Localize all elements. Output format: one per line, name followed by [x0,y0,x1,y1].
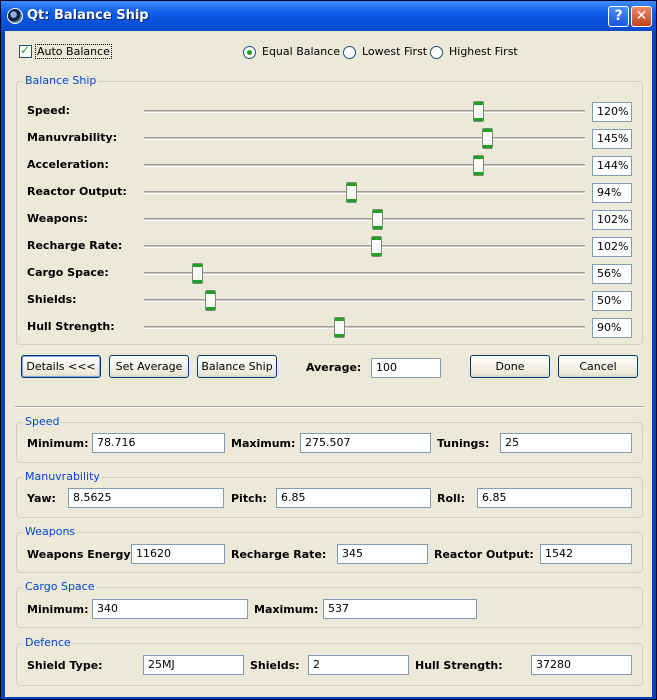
acceleration-slider-track[interactable] [144,164,585,167]
speed-slider-track[interactable] [144,110,585,113]
manuvrability-slider-handle[interactable] [482,128,493,149]
window-title: Qt: Balance Ship [27,8,149,23]
cargo-space-group-title: Cargo Space [23,580,97,593]
highest-first-label[interactable]: Highest First [449,45,518,58]
manuvrability-slider-track[interactable] [144,137,585,140]
average-label: Average: [306,361,362,374]
shields-field[interactable]: 2 [308,655,409,675]
lowest-first-label[interactable]: Lowest First [362,45,427,58]
recharge-rate-label: Recharge Rate: [27,239,123,252]
details-button[interactable]: Details <<< [21,355,101,378]
speed-value-field[interactable]: 120% [592,102,632,122]
close-button[interactable]: ✕ [631,6,652,27]
set-average-button[interactable]: Set Average [109,355,189,378]
roll-field[interactable]: 6.85 [477,488,632,508]
weapons-recharge-rate-label: Recharge Rate: [231,548,327,561]
weapons-energy-label: Weapons Energy: [27,548,135,561]
cargo-space-slider-track[interactable] [144,272,585,275]
equal-balance-label[interactable]: Equal Balance [262,45,340,58]
weapons-recharge-rate-field[interactable]: 345 [337,544,428,564]
cancel-button[interactable]: Cancel [558,355,638,378]
question-mark-icon: ? [614,8,623,24]
auto-balance-label[interactable]: Auto Balance [35,44,112,59]
manuvrability-value-field[interactable]: 145% [592,129,632,149]
hull-strength-slider-track[interactable] [144,326,585,329]
cargo-space-value-field[interactable]: 56% [592,264,632,284]
weapons-slider-handle[interactable] [372,209,383,230]
cargo-minimum-label: Minimum: [27,603,89,616]
manuvrability-group-title: Manuvrability [23,470,102,483]
yaw-field[interactable]: 8.5625 [68,488,224,508]
recharge-rate-value-field[interactable]: 102% [592,237,632,257]
weapons-value-field[interactable]: 102% [592,210,632,230]
weapons-group-title: Weapons [23,525,78,538]
defence-group-title: Defence [23,636,73,649]
reactor-output-label: Reactor Output: [27,185,127,198]
title-bar[interactable]: Qt: Balance Ship ? ✕ [1,1,656,31]
weapons-slider-track[interactable] [144,218,585,221]
help-button[interactable]: ? [608,6,629,27]
hull-strength-label: Hull Strength: [415,659,503,672]
done-button[interactable]: Done [470,355,550,378]
hull-strength-label: Hull Strength: [27,320,115,333]
average-input[interactable]: 100 [371,358,441,378]
reactor-output-slider-handle[interactable] [346,182,357,203]
acceleration-label: Acceleration: [27,158,109,171]
shield-type-label: Shield Type: [27,659,103,672]
speed-maximum-field[interactable]: 275.507 [300,433,431,453]
shields-label: Shields: [250,659,300,672]
speed-tunings-field[interactable]: 25 [500,433,632,453]
weapons-reactor-output-field[interactable]: 1542 [540,544,632,564]
close-icon: ✕ [635,8,648,24]
equal-balance-radio[interactable] [243,46,256,59]
speed-tunings-label: Tunings: [437,437,490,450]
auto-balance-checkbox[interactable] [19,43,32,58]
weapons-label: Weapons: [27,212,88,225]
reactor-output-value-field[interactable]: 94% [592,183,632,203]
speed-group-title: Speed [23,415,62,428]
hull-strength-slider-handle[interactable] [334,317,345,338]
acceleration-value-field[interactable]: 144% [592,156,632,176]
shields-label: Shields: [27,293,77,306]
cargo-space-slider-handle[interactable] [192,263,203,284]
speed-maximum-label: Maximum: [231,437,296,450]
balance-ship-group [16,81,643,345]
balance-ship-button[interactable]: Balance Ship [197,355,277,378]
hull-strength-field[interactable]: 37280 [531,655,632,675]
recharge-rate-slider-track[interactable] [144,245,585,248]
cargo-maximum-field[interactable]: 537 [323,599,477,619]
highest-first-radio[interactable] [430,46,443,59]
shields-value-field[interactable]: 50% [592,291,632,311]
pitch-label: Pitch: [231,492,267,505]
speed-minimum-label: Minimum: [27,437,89,450]
recharge-rate-slider-handle[interactable] [371,236,382,257]
app-icon [7,8,23,24]
pitch-field[interactable]: 6.85 [276,488,431,508]
cargo-maximum-label: Maximum: [254,603,319,616]
speed-minimum-field[interactable]: 78.716 [92,433,225,453]
weapons-energy-field[interactable]: 11620 [131,544,225,564]
lowest-first-radio[interactable] [343,46,356,59]
hull-strength-value-field[interactable]: 90% [592,318,632,338]
speed-label: Speed: [27,104,70,117]
cargo-space-label: Cargo Space: [27,266,109,279]
manuvrability-label: Manuvrability: [27,131,118,144]
balance-ship-group-title: Balance Ship [23,74,99,87]
balance-ship-window: Qt: Balance Ship ? ✕ Auto Balance Equal … [0,0,657,700]
weapons-reactor-output-label: Reactor Output: [434,548,534,561]
dialog-client-area: Auto Balance Equal Balance Lowest First … [5,31,652,697]
roll-label: Roll: [437,492,465,505]
separator-line [15,406,644,408]
reactor-output-slider-track[interactable] [144,191,585,194]
shields-slider-handle[interactable] [205,290,216,311]
yaw-label: Yaw: [27,492,56,505]
shield-type-field[interactable]: 25MJ [143,655,244,675]
cargo-minimum-field[interactable]: 340 [92,599,248,619]
acceleration-slider-handle[interactable] [473,155,484,176]
speed-slider-handle[interactable] [473,101,484,122]
